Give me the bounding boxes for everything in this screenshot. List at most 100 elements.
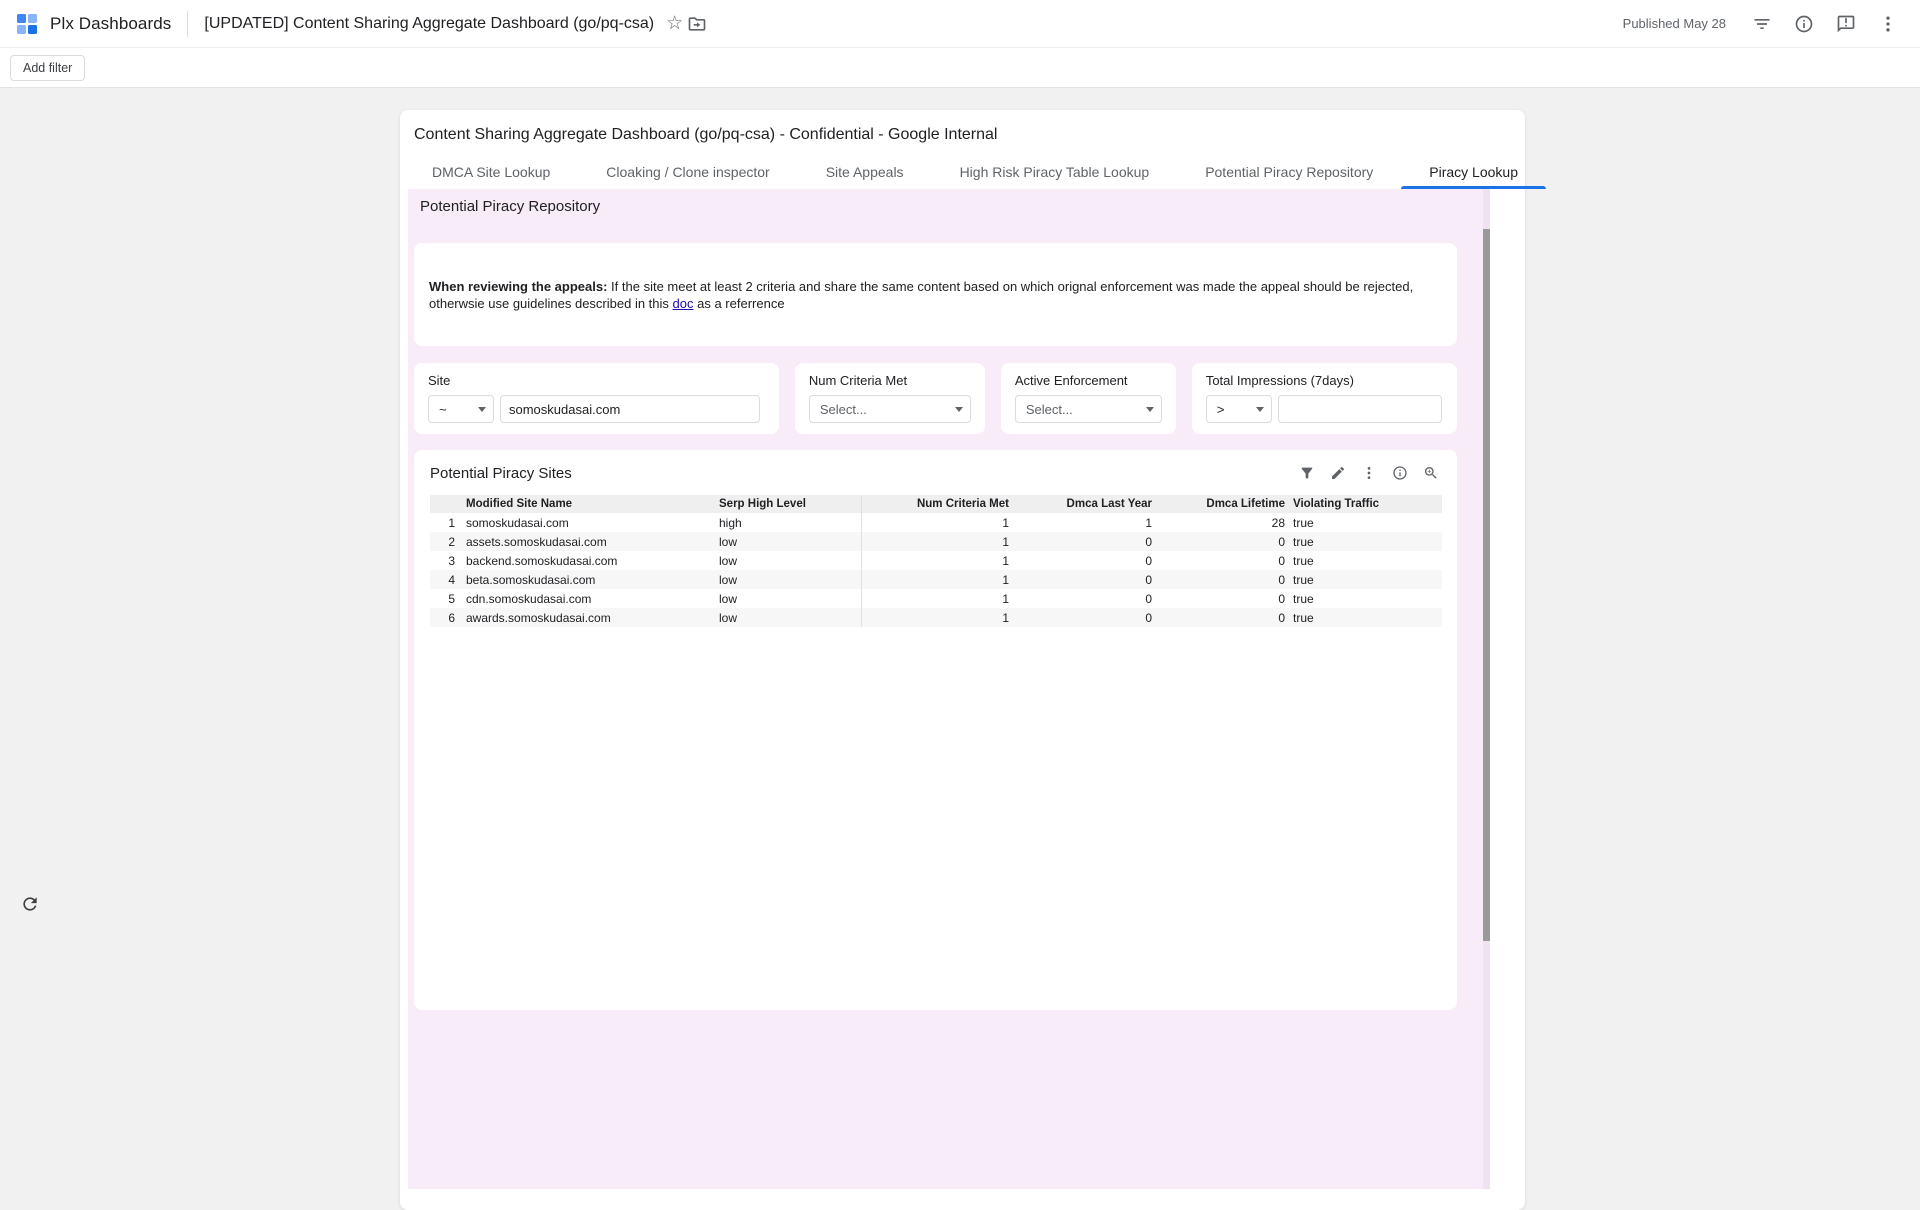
add-filter-button[interactable]: Add filter — [10, 55, 85, 81]
column-header-serp-high-level[interactable]: Serp High Level — [715, 495, 861, 513]
chevron-down-icon — [1146, 407, 1154, 412]
tab-site-appeals[interactable]: Site Appeals — [798, 156, 932, 189]
cell-dmca-last-year: 0 — [1013, 589, 1156, 608]
cell-violating-traffic: true — [1289, 570, 1442, 589]
table-row: 1 somoskudasai.com high 1 1 28 true — [430, 513, 1442, 532]
tab-cloaking-clone-inspector[interactable]: Cloaking / Clone inspector — [578, 156, 797, 189]
table-zoom-icon[interactable] — [1420, 462, 1442, 484]
cell-row-number: 5 — [430, 589, 462, 608]
column-header-modified-site-name[interactable]: Modified Site Name — [462, 495, 715, 513]
cell-row-number: 4 — [430, 570, 462, 589]
chevron-down-icon — [478, 407, 486, 412]
impressions-value-input[interactable] — [1278, 395, 1442, 423]
active-enforcement-select[interactable]: Select... — [1015, 395, 1162, 423]
site-value-input[interactable] — [500, 395, 760, 423]
cell-dmca-last-year: 0 — [1013, 608, 1156, 627]
cell-site: somoskudasai.com — [462, 513, 715, 532]
column-header-dmca-last-year[interactable]: Dmca Last Year — [1013, 495, 1156, 513]
cell-criteria: 1 — [861, 532, 1013, 551]
column-header-index — [430, 495, 462, 513]
cell-violating-traffic: true — [1289, 589, 1442, 608]
dashboard-card-title: Content Sharing Aggregate Dashboard (go/… — [400, 110, 1525, 156]
table-filter-icon[interactable] — [1296, 462, 1318, 484]
table-row: 5 cdn.somoskudasai.com low 1 0 0 true — [430, 589, 1442, 608]
impressions-operator-value: > — [1217, 402, 1225, 417]
num-criteria-placeholder: Select... — [820, 402, 867, 417]
cell-dmca-last-year: 0 — [1013, 570, 1156, 589]
info-icon[interactable] — [1790, 10, 1818, 38]
table-header-row: Modified Site Name Serp High Level Num C… — [430, 495, 1442, 513]
tab-dmca-site-lookup[interactable]: DMCA Site Lookup — [404, 156, 578, 189]
num-criteria-select[interactable]: Select... — [809, 395, 971, 423]
plx-dashboards-logo-icon[interactable] — [16, 13, 38, 35]
potential-piracy-repository-section: Potential Piracy Repository When reviewi… — [408, 189, 1490, 1189]
filter-title-num-criteria: Num Criteria Met — [809, 373, 971, 388]
chevron-down-icon — [1256, 407, 1264, 412]
cell-site: assets.somoskudasai.com — [462, 532, 715, 551]
more-vertical-icon[interactable] — [1874, 10, 1902, 38]
cell-row-number: 2 — [430, 532, 462, 551]
cell-site: beta.somoskudasai.com — [462, 570, 715, 589]
table-row: 2 assets.somoskudasai.com low 1 0 0 true — [430, 532, 1442, 551]
table-row: 3 backend.somoskudasai.com low 1 0 0 tru… — [430, 551, 1442, 570]
table-row: 6 awards.somoskudasai.com low 1 0 0 true — [430, 608, 1442, 627]
cell-serp: high — [715, 513, 861, 532]
site-operator-value: ~ — [439, 402, 447, 417]
star-favorite-icon[interactable]: ☆ — [666, 14, 683, 33]
table-edit-icon[interactable] — [1327, 462, 1349, 484]
filters-row: Site ~ Num Criteria Met Select... — [414, 363, 1457, 434]
table-title: Potential Piracy Sites — [430, 465, 572, 482]
impressions-operator-dropdown[interactable]: > — [1206, 395, 1272, 423]
divider — [187, 11, 188, 37]
cell-criteria: 1 — [861, 513, 1013, 532]
topbar-right: Published May 28 — [1623, 10, 1902, 38]
cell-criteria: 1 — [861, 551, 1013, 570]
cell-row-number: 1 — [430, 513, 462, 532]
table-info-icon[interactable] — [1389, 462, 1411, 484]
column-header-dmca-lifetime[interactable]: Dmca Lifetime — [1156, 495, 1289, 513]
dashboard-card: Content Sharing Aggregate Dashboard (go/… — [400, 110, 1525, 1210]
note-text: When reviewing the appeals: If the site … — [429, 278, 1442, 312]
filter-title-active-enforcement: Active Enforcement — [1015, 373, 1162, 388]
cell-criteria: 1 — [861, 608, 1013, 627]
cell-serp: low — [715, 589, 861, 608]
table-row: 4 beta.somoskudasai.com low 1 0 0 true — [430, 570, 1442, 589]
tab-piracy-lookup[interactable]: Piracy Lookup — [1401, 156, 1546, 189]
move-to-folder-icon[interactable] — [683, 10, 711, 38]
cell-dmca-last-year: 0 — [1013, 532, 1156, 551]
cell-dmca-lifetime: 0 — [1156, 570, 1289, 589]
cell-criteria: 1 — [861, 570, 1013, 589]
potential-piracy-sites-card: Potential Piracy Sites — [414, 450, 1457, 1010]
cell-dmca-last-year: 0 — [1013, 551, 1156, 570]
site-operator-dropdown[interactable]: ~ — [428, 395, 494, 423]
widget-scrollbar-thumb[interactable] — [1483, 229, 1490, 941]
section-title: Potential Piracy Repository — [414, 198, 1457, 216]
doc-link[interactable]: doc — [673, 296, 694, 311]
filter-title-total-impressions: Total Impressions (7days) — [1206, 373, 1443, 388]
cell-site: awards.somoskudasai.com — [462, 608, 715, 627]
cell-violating-traffic: true — [1289, 532, 1442, 551]
filter-card-active-enforcement: Active Enforcement Select... — [1001, 363, 1176, 434]
note-suffix: as a referrence — [694, 296, 785, 311]
cell-serp: low — [715, 551, 861, 570]
feedback-icon[interactable] — [1832, 10, 1860, 38]
cell-site: cdn.somoskudasai.com — [462, 589, 715, 608]
column-header-num-criteria-met[interactable]: Num Criteria Met — [861, 495, 1013, 513]
filter-card-total-impressions: Total Impressions (7days) > — [1192, 363, 1457, 434]
tab-potential-piracy-repository[interactable]: Potential Piracy Repository — [1177, 156, 1401, 189]
active-enforcement-placeholder: Select... — [1026, 402, 1073, 417]
filter-card-site: Site ~ — [414, 363, 779, 434]
cell-dmca-lifetime: 0 — [1156, 532, 1289, 551]
cell-dmca-lifetime: 0 — [1156, 551, 1289, 570]
filter-toggle-icon[interactable] — [1748, 10, 1776, 38]
note-bold-prefix: When reviewing the appeals: — [429, 279, 607, 294]
cell-criteria: 1 — [861, 589, 1013, 608]
column-header-violating-traffic[interactable]: Violating Traffic — [1289, 495, 1442, 513]
cell-dmca-lifetime: 28 — [1156, 513, 1289, 532]
table-more-vertical-icon[interactable] — [1358, 462, 1380, 484]
cell-row-number: 6 — [430, 608, 462, 627]
tab-high-risk-piracy-table-lookup[interactable]: High Risk Piracy Table Lookup — [932, 156, 1178, 189]
top-app-bar: Plx Dashboards [UPDATED] Content Sharing… — [0, 0, 1920, 48]
cell-dmca-last-year: 1 — [1013, 513, 1156, 532]
refresh-icon[interactable] — [20, 894, 40, 914]
